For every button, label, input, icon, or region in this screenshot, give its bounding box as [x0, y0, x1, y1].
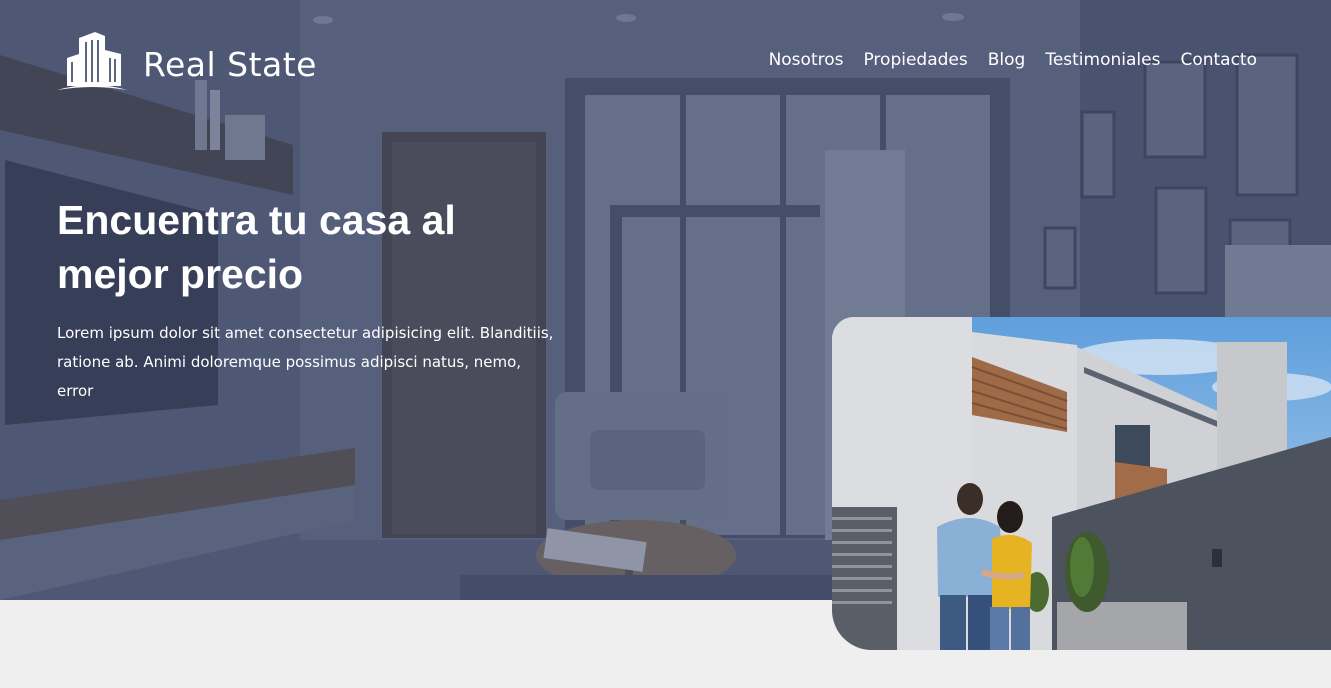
- site-header: Real State Nosotros Propiedades Blog Tes…: [57, 28, 1257, 94]
- house-photo-image: [832, 317, 1331, 650]
- brand-name: Real State: [143, 44, 317, 84]
- nav-link-nosotros[interactable]: Nosotros: [769, 50, 844, 70]
- nav-link-blog[interactable]: Blog: [988, 50, 1026, 70]
- hero-description: Lorem ipsum dolor sit amet consectetur a…: [57, 324, 554, 400]
- nav-link-propiedades[interactable]: Propiedades: [863, 50, 967, 70]
- nav-link-contacto[interactable]: Contacto: [1180, 50, 1257, 70]
- brand-logo[interactable]: Real State: [57, 28, 317, 96]
- hero-title: Encuentra tu casa al mejor precio: [57, 197, 456, 297]
- nav-link-testimoniales[interactable]: Testimoniales: [1045, 50, 1160, 70]
- main-nav: Nosotros Propiedades Blog Testimoniales …: [769, 50, 1257, 70]
- buildings-icon: [57, 28, 129, 96]
- hero-photo: [832, 317, 1331, 650]
